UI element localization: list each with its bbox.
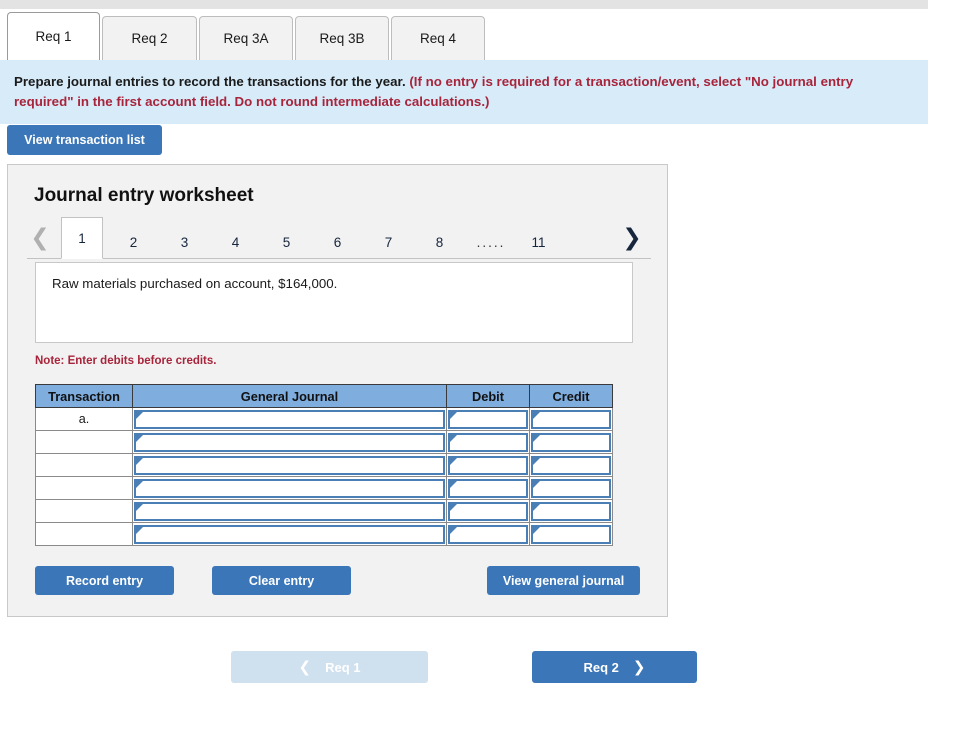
general-journal-input-4[interactable] bbox=[134, 478, 445, 498]
cell-transaction-label bbox=[35, 430, 133, 454]
tab-req-1[interactable]: Req 1 bbox=[7, 12, 100, 60]
table-header-row: Transaction General Journal Debit Credit bbox=[35, 384, 613, 408]
debit-input-2[interactable] bbox=[448, 432, 528, 452]
column-header-credit: Credit bbox=[529, 384, 613, 408]
clear-entry-button[interactable]: Clear entry bbox=[212, 566, 351, 595]
credit-input-3[interactable] bbox=[531, 455, 611, 475]
cell-credit bbox=[529, 499, 613, 523]
pagination-pages: 1 2 3 4 5 6 7 8 ..... 11 bbox=[61, 217, 573, 259]
general-journal-input-1[interactable] bbox=[134, 409, 445, 429]
tab-req-3a[interactable]: Req 3A bbox=[199, 16, 293, 60]
debit-input-6[interactable] bbox=[448, 524, 528, 544]
pagination-page-2[interactable]: 2 bbox=[117, 225, 150, 259]
transaction-description-box: Raw materials purchased on account, $164… bbox=[35, 262, 633, 343]
top-gray-strip bbox=[0, 0, 928, 9]
cell-transaction-label bbox=[35, 453, 133, 477]
table-row bbox=[35, 522, 613, 546]
next-requirement-label: Req 2 bbox=[583, 659, 619, 675]
cell-debit bbox=[446, 499, 530, 523]
general-journal-input-3[interactable] bbox=[134, 455, 445, 475]
worksheet-title: Journal entry worksheet bbox=[34, 185, 254, 206]
table-row bbox=[35, 430, 613, 454]
debit-input-1[interactable] bbox=[448, 409, 528, 429]
table-row: a. bbox=[35, 407, 613, 431]
pagination-page-7[interactable]: 7 bbox=[372, 225, 405, 259]
journal-entry-table: Transaction General Journal Debit Credit… bbox=[35, 384, 613, 546]
credit-input-1[interactable] bbox=[531, 409, 611, 429]
debit-input-3[interactable] bbox=[448, 455, 528, 475]
journal-entry-worksheet-panel: Journal entry worksheet ❮ 1 2 3 4 5 6 7 … bbox=[7, 164, 668, 617]
tab-req-2[interactable]: Req 2 bbox=[102, 16, 197, 60]
cell-debit bbox=[446, 430, 530, 454]
debit-input-4[interactable] bbox=[448, 478, 528, 498]
credit-input-6[interactable] bbox=[531, 524, 611, 544]
column-header-general-journal: General Journal bbox=[132, 384, 447, 408]
view-transaction-list-button[interactable]: View transaction list bbox=[7, 125, 162, 155]
tab-req-4[interactable]: Req 4 bbox=[391, 16, 485, 60]
cell-transaction-label bbox=[35, 476, 133, 500]
cell-general-journal bbox=[132, 407, 447, 431]
transaction-description-text: Raw materials purchased on account, $164… bbox=[52, 276, 338, 291]
cell-general-journal bbox=[132, 499, 447, 523]
credit-input-5[interactable] bbox=[531, 501, 611, 521]
pagination-ellipsis: ..... bbox=[476, 234, 506, 250]
pagination-prev-icon[interactable]: ❮ bbox=[27, 223, 53, 253]
record-entry-button[interactable]: Record entry bbox=[35, 566, 174, 595]
cell-debit bbox=[446, 453, 530, 477]
column-header-transaction: Transaction bbox=[35, 384, 133, 408]
cell-credit bbox=[529, 430, 613, 454]
general-journal-input-5[interactable] bbox=[134, 501, 445, 521]
cell-general-journal bbox=[132, 430, 447, 454]
footer-navigation: ❮ Req 1 Req 2 ❯ bbox=[0, 651, 928, 683]
pagination-page-1[interactable]: 1 bbox=[61, 217, 103, 259]
cell-credit bbox=[529, 453, 613, 477]
cell-credit bbox=[529, 476, 613, 500]
column-header-debit: Debit bbox=[446, 384, 530, 408]
pagination-page-4[interactable]: 4 bbox=[219, 225, 252, 259]
instruction-main: Prepare journal entries to record the tr… bbox=[14, 74, 406, 89]
pagination-page-11[interactable]: 11 bbox=[522, 225, 555, 259]
chevron-right-icon: ❯ bbox=[632, 658, 646, 676]
debits-before-credits-note: Note: Enter debits before credits. bbox=[35, 355, 217, 367]
table-row bbox=[35, 476, 613, 500]
pagination-next-icon[interactable]: ❯ bbox=[619, 223, 645, 253]
general-journal-input-6[interactable] bbox=[134, 524, 445, 544]
instruction-banner: Prepare journal entries to record the tr… bbox=[0, 60, 928, 125]
cell-transaction-label bbox=[35, 499, 133, 523]
chevron-left-icon: ❮ bbox=[298, 658, 312, 676]
tab-req-3b[interactable]: Req 3B bbox=[295, 16, 389, 60]
table-row bbox=[35, 499, 613, 523]
prev-requirement-label: Req 1 bbox=[325, 659, 361, 675]
cell-debit bbox=[446, 476, 530, 500]
debit-input-5[interactable] bbox=[448, 501, 528, 521]
pagination-page-5[interactable]: 5 bbox=[270, 225, 303, 259]
requirement-tabs: Req 1 Req 2 Req 3A Req 3B Req 4 bbox=[7, 12, 487, 60]
cell-credit bbox=[529, 522, 613, 546]
worksheet-pagination: ❮ 1 2 3 4 5 6 7 8 ..... 11 ❯ bbox=[27, 217, 651, 259]
cell-general-journal bbox=[132, 522, 447, 546]
credit-input-2[interactable] bbox=[531, 432, 611, 452]
cell-general-journal bbox=[132, 453, 447, 477]
cell-debit bbox=[446, 522, 530, 546]
cell-debit bbox=[446, 407, 530, 431]
prev-requirement-button: ❮ Req 1 bbox=[231, 651, 428, 683]
cell-transaction-label: a. bbox=[35, 407, 133, 431]
cell-general-journal bbox=[132, 476, 447, 500]
pagination-page-8[interactable]: 8 bbox=[423, 225, 456, 259]
pagination-underline bbox=[27, 258, 651, 259]
pagination-page-6[interactable]: 6 bbox=[321, 225, 354, 259]
cell-credit bbox=[529, 407, 613, 431]
next-requirement-button[interactable]: Req 2 ❯ bbox=[532, 651, 697, 683]
pagination-page-3[interactable]: 3 bbox=[168, 225, 201, 259]
table-row bbox=[35, 453, 613, 477]
view-general-journal-button[interactable]: View general journal bbox=[487, 566, 640, 595]
credit-input-4[interactable] bbox=[531, 478, 611, 498]
cell-transaction-label bbox=[35, 522, 133, 546]
general-journal-input-2[interactable] bbox=[134, 432, 445, 452]
